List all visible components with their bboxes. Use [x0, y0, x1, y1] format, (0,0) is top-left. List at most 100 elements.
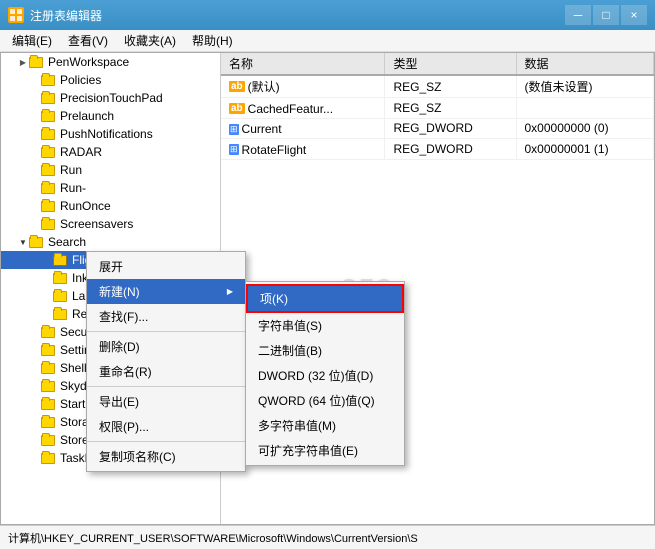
folder-icon	[41, 110, 57, 122]
tree-item-run-[interactable]: ▶ Run-	[1, 179, 220, 197]
ab-icon: ab	[229, 103, 245, 114]
ctx-divider-1	[87, 331, 245, 332]
folder-icon	[41, 326, 57, 338]
submenu-qword[interactable]: QWORD (64 位)值(Q)	[246, 388, 404, 413]
folder-icon	[41, 182, 57, 194]
tree-arrow: ▶	[17, 56, 29, 68]
folder-icon	[41, 344, 57, 356]
folder-icon	[41, 434, 57, 446]
tree-label: RunOnce	[60, 199, 111, 213]
folder-icon-open	[29, 236, 45, 248]
submenu-expandstring[interactable]: 可扩充字符串值(E)	[246, 438, 404, 463]
window-title: 注册表编辑器	[30, 7, 102, 24]
ctx-export[interactable]: 导出(E)	[87, 389, 245, 414]
submenu-multistring-label: 多字符串值(M)	[258, 419, 336, 433]
tree-label: Policies	[60, 73, 101, 87]
menu-favorites[interactable]: 收藏夹(A)	[116, 30, 184, 51]
row-data	[516, 98, 654, 119]
table-row[interactable]: ⊞ RotateFlight REG_DWORD 0x00000001 (1)	[221, 139, 654, 160]
ctx-expand-label: 展开	[99, 258, 123, 275]
menu-edit[interactable]: 编辑(E)	[4, 30, 60, 51]
tree-label: Store	[60, 433, 89, 447]
ctx-rename[interactable]: 重命名(R)	[87, 359, 245, 384]
submenu-binary-label: 二进制值(B)	[258, 344, 322, 358]
row-name: ⊞ RotateFlight	[221, 139, 385, 160]
close-button[interactable]: ×	[621, 5, 647, 25]
tree-item-policies[interactable]: ▶ Policies	[1, 71, 220, 89]
tree-label: Run-	[60, 181, 86, 195]
folder-icon	[41, 362, 57, 374]
tree-label: Run	[60, 163, 82, 177]
folder-icon	[53, 272, 69, 284]
status-bar: 计算机\HKEY_CURRENT_USER\SOFTWARE\Microsoft…	[0, 525, 655, 549]
tree-item-penworkspace[interactable]: ▶ PenWorkspace	[1, 53, 220, 71]
ctx-export-label: 导出(E)	[99, 393, 139, 410]
col-name: 名称	[221, 53, 385, 75]
submenu-multistring[interactable]: 多字符串值(M)	[246, 413, 404, 438]
tree-item-runonce[interactable]: ▶ RunOnce	[1, 197, 220, 215]
tree-item-radar[interactable]: ▶ RADAR	[1, 143, 220, 161]
submenu-dword[interactable]: DWORD (32 位)值(D)	[246, 363, 404, 388]
tree-item-run[interactable]: ▶ Run	[1, 161, 220, 179]
submenu-string-label: 字符串值(S)	[258, 319, 322, 333]
row-data: (数值未设置)	[516, 75, 654, 98]
tree-item-precisiontouchpad[interactable]: ▶ PrecisionTouchPad	[1, 89, 220, 107]
folder-icon	[41, 416, 57, 428]
ctx-new[interactable]: 新建(N)	[87, 279, 245, 304]
ctx-find[interactable]: 查找(F)...	[87, 304, 245, 329]
submenu-binary[interactable]: 二进制值(B)	[246, 338, 404, 363]
menu-view[interactable]: 查看(V)	[60, 30, 116, 51]
ctx-expand[interactable]: 展开	[87, 254, 245, 279]
row-name: ab (默认)	[221, 75, 385, 98]
ctx-delete[interactable]: 删除(D)	[87, 334, 245, 359]
row-type: REG_SZ	[385, 98, 516, 119]
ctx-delete-label: 删除(D)	[99, 338, 140, 355]
submenu-qword-label: QWORD (64 位)值(Q)	[258, 394, 375, 408]
maximize-button[interactable]: □	[593, 5, 619, 25]
tree-label: Prelaunch	[60, 109, 114, 123]
tree-label: Search	[48, 235, 86, 249]
folder-icon	[53, 290, 69, 302]
minimize-button[interactable]: －	[565, 5, 591, 25]
table-row[interactable]: ab (默认) REG_SZ (数值未设置)	[221, 75, 654, 98]
main-container: www.359 ▶ PenWorkspace ▶ Policies ▶ Prec…	[0, 52, 655, 525]
ctx-copy[interactable]: 复制项名称(C)	[87, 444, 245, 469]
submenu-dword-label: DWORD (32 位)值(D)	[258, 369, 373, 383]
tree-item-search[interactable]: ▼ Search	[1, 233, 220, 251]
submenu-key[interactable]: 项(K)	[246, 284, 404, 313]
folder-icon	[41, 398, 57, 410]
dword-icon: ⊞	[229, 124, 239, 135]
tree-label: Screensavers	[60, 217, 133, 231]
folder-icon	[53, 254, 69, 266]
ctx-permissions[interactable]: 权限(P)...	[87, 414, 245, 439]
registry-table: 名称 类型 数据 ab (默认) REG_SZ (数值未设置)	[221, 53, 654, 160]
ctx-copy-label: 复制项名称(C)	[99, 448, 176, 465]
tree-label: PenWorkspace	[48, 55, 129, 69]
col-type: 类型	[385, 53, 516, 75]
col-data: 数据	[516, 53, 654, 75]
ctx-divider-3	[87, 441, 245, 442]
menu-help[interactable]: 帮助(H)	[184, 30, 241, 51]
submenu-expandstring-label: 可扩充字符串值(E)	[258, 444, 358, 458]
row-data: 0x00000000 (0)	[516, 118, 654, 139]
row-data: 0x00000001 (1)	[516, 139, 654, 160]
folder-icon	[41, 380, 57, 392]
table-row[interactable]: ⊞ Current REG_DWORD 0x00000000 (0)	[221, 118, 654, 139]
folder-icon	[41, 74, 57, 86]
app-window: 注册表编辑器 － □ × 编辑(E) 查看(V) 收藏夹(A) 帮助(H) ww…	[0, 0, 655, 549]
folder-icon	[41, 218, 57, 230]
tree-item-screensavers[interactable]: ▶ Screensavers	[1, 215, 220, 233]
submenu-key-label: 项(K)	[260, 292, 288, 306]
table-row[interactable]: ab CachedFeatur... REG_SZ	[221, 98, 654, 119]
row-name: ab CachedFeatur...	[221, 98, 385, 119]
tree-label: PrecisionTouchPad	[60, 91, 163, 105]
folder-icon	[41, 452, 57, 464]
submenu-string[interactable]: 字符串值(S)	[246, 313, 404, 338]
folder-icon	[41, 92, 57, 104]
title-bar: 注册表编辑器 － □ ×	[0, 0, 655, 30]
context-menu: 展开 新建(N) 查找(F)... 删除(D) 重命名(R) 导出(E) 权限(…	[86, 251, 246, 472]
tree-item-pushnotifications[interactable]: ▶ PushNotifications	[1, 125, 220, 143]
tree-item-prelaunch[interactable]: ▶ Prelaunch	[1, 107, 220, 125]
folder-icon	[41, 164, 57, 176]
tree-label: RADAR	[60, 145, 102, 159]
